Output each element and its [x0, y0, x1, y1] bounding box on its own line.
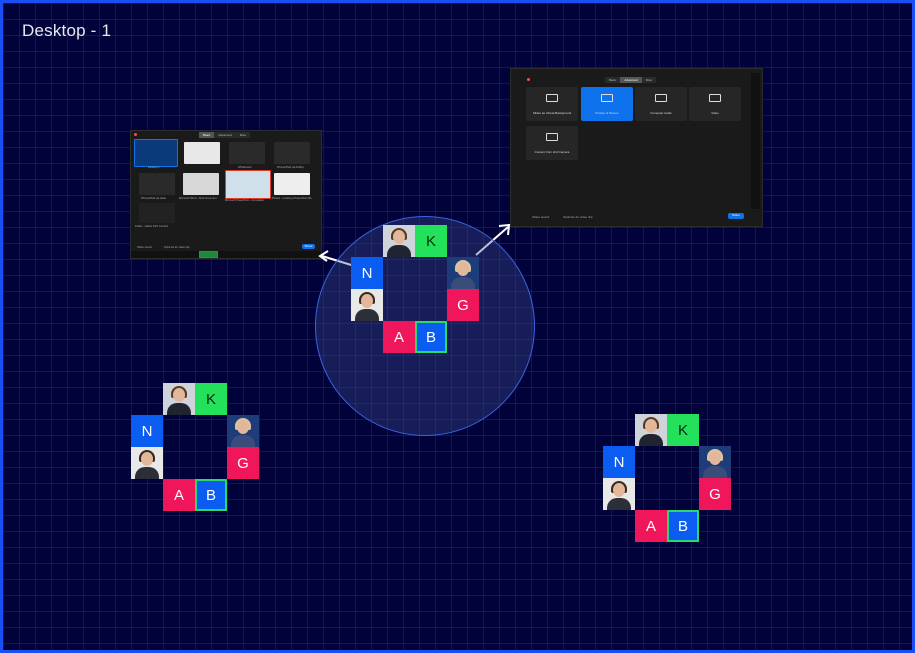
thumb-photos[interactable] — [274, 173, 310, 195]
participant-tile-g[interactable]: G — [447, 289, 479, 321]
thumb-label: Whiteboard — [238, 166, 252, 169]
participant-photo-woman[interactable] — [635, 414, 667, 446]
thumb-label: iPhone/iPad via AirPlay — [277, 166, 304, 169]
participant-tile-b[interactable]: B — [667, 510, 699, 542]
slides-icon — [546, 94, 558, 102]
optimize-video-option[interactable]: Optimize for video clip — [563, 215, 593, 219]
camera-icon — [546, 133, 558, 141]
thumb-window[interactable] — [184, 142, 220, 164]
thumb-cable[interactable] — [139, 173, 175, 195]
participant-tile-b[interactable]: B — [415, 321, 447, 353]
participant-tile-n[interactable]: N — [603, 446, 635, 478]
close-dot-icon[interactable] — [527, 78, 530, 81]
participant-tile-n[interactable]: N — [351, 257, 383, 289]
window-tabs: Basic Advanced Files — [199, 132, 251, 138]
thumb-label: Desktop 1 — [148, 166, 160, 169]
participant-photo-woman[interactable] — [163, 383, 195, 415]
thumb-label: Microsoft PowerPoint - Annotation — [225, 199, 265, 202]
option-label: Computer Audio — [650, 111, 672, 115]
tab-advanced[interactable]: Advanced — [620, 77, 642, 83]
participant-tile-a[interactable]: A — [383, 321, 415, 353]
participant-cluster-left: K N G A B — [131, 383, 259, 511]
participant-tile-a[interactable]: A — [635, 510, 667, 542]
option-label: Portion of Screen — [595, 111, 619, 115]
participant-tile-g[interactable]: G — [227, 447, 259, 479]
thumb-whiteboard[interactable] — [229, 142, 265, 164]
participant-tile-k[interactable]: K — [415, 225, 447, 257]
active-tool-icon[interactable] — [199, 251, 218, 258]
tab-basic[interactable]: Basic — [605, 77, 621, 83]
participant-tile-n[interactable]: N — [131, 415, 163, 447]
tab-basic[interactable]: Basic — [199, 132, 215, 138]
option-second-camera[interactable]: Content from 2nd Camera — [526, 126, 578, 160]
thumb-word[interactable] — [183, 173, 219, 195]
desktop-frame: Desktop - 1 Basic Advanced Files Desktop… — [0, 0, 915, 653]
share-screen-window-advanced[interactable]: Basic Advanced Files Slides as Virtual B… — [510, 68, 763, 227]
dock-strip — [751, 73, 760, 209]
participant-photo-man[interactable] — [131, 447, 163, 479]
option-label: Video — [711, 111, 719, 115]
option-computer-audio[interactable]: Computer Audio — [635, 87, 687, 121]
option-slides-background[interactable]: Slides as Virtual Background — [526, 87, 578, 121]
share-sound-option[interactable]: Share sound — [532, 215, 549, 219]
window-tabs: Basic Advanced Files — [605, 77, 657, 83]
thumb-airplay[interactable] — [274, 142, 310, 164]
thumb-label: Photos - Looking a PowerPoint file — [272, 197, 312, 200]
participant-tile-a[interactable]: A — [163, 479, 195, 511]
share-button[interactable]: Share — [302, 244, 315, 249]
share-screen-window-basic[interactable]: Basic Advanced Files Desktop 1 Whiteboar… — [130, 130, 322, 259]
participant-cluster-right: K N G A B — [603, 414, 731, 542]
participant-photo-woman-blue[interactable] — [447, 257, 479, 289]
thumb-desktop-1[interactable] — [134, 139, 178, 167]
tab-files[interactable]: Files — [235, 132, 251, 138]
share-button[interactable]: Share — [728, 213, 744, 219]
thumb-label: iPhone/iPad via cable — [141, 197, 166, 200]
thumb-powerpoint[interactable] — [225, 170, 271, 199]
participant-tile-k[interactable]: K — [195, 383, 227, 415]
close-dot-icon[interactable] — [134, 133, 137, 136]
optimize-video-option[interactable]: Optimize for video clip — [164, 246, 190, 249]
participant-photo-woman[interactable] — [383, 225, 415, 257]
tab-files[interactable]: Files — [641, 77, 657, 83]
participant-tile-g[interactable]: G — [699, 478, 731, 510]
audio-icon — [655, 94, 667, 102]
thumb-label: Folder - Adobe SVG Content — [135, 225, 169, 228]
option-video[interactable]: Video — [689, 87, 741, 121]
participant-photo-woman-blue[interactable] — [227, 415, 259, 447]
participant-photo-man[interactable] — [351, 289, 383, 321]
toolbar-strip — [131, 251, 321, 258]
frame-title: Desktop - 1 — [22, 21, 112, 40]
thumb-label: Microsoft Word - Draft document — [179, 197, 217, 200]
screen-portion-icon — [601, 94, 613, 102]
share-sound-option[interactable]: Share sound — [137, 246, 152, 249]
video-icon — [709, 94, 721, 102]
participant-photo-man[interactable] — [603, 478, 635, 510]
option-label: Content from 2nd Camera — [534, 150, 570, 154]
participant-cluster-center: K N G A B — [351, 225, 479, 353]
option-portion-of-screen[interactable]: Portion of Screen — [581, 87, 633, 121]
participant-tile-k[interactable]: K — [667, 414, 699, 446]
option-label: Slides as Virtual Background — [532, 111, 572, 115]
participant-photo-woman-blue[interactable] — [699, 446, 731, 478]
participant-tile-b[interactable]: B — [195, 479, 227, 511]
thumb-folder[interactable] — [139, 203, 175, 223]
tab-advanced[interactable]: Advanced — [214, 132, 236, 138]
